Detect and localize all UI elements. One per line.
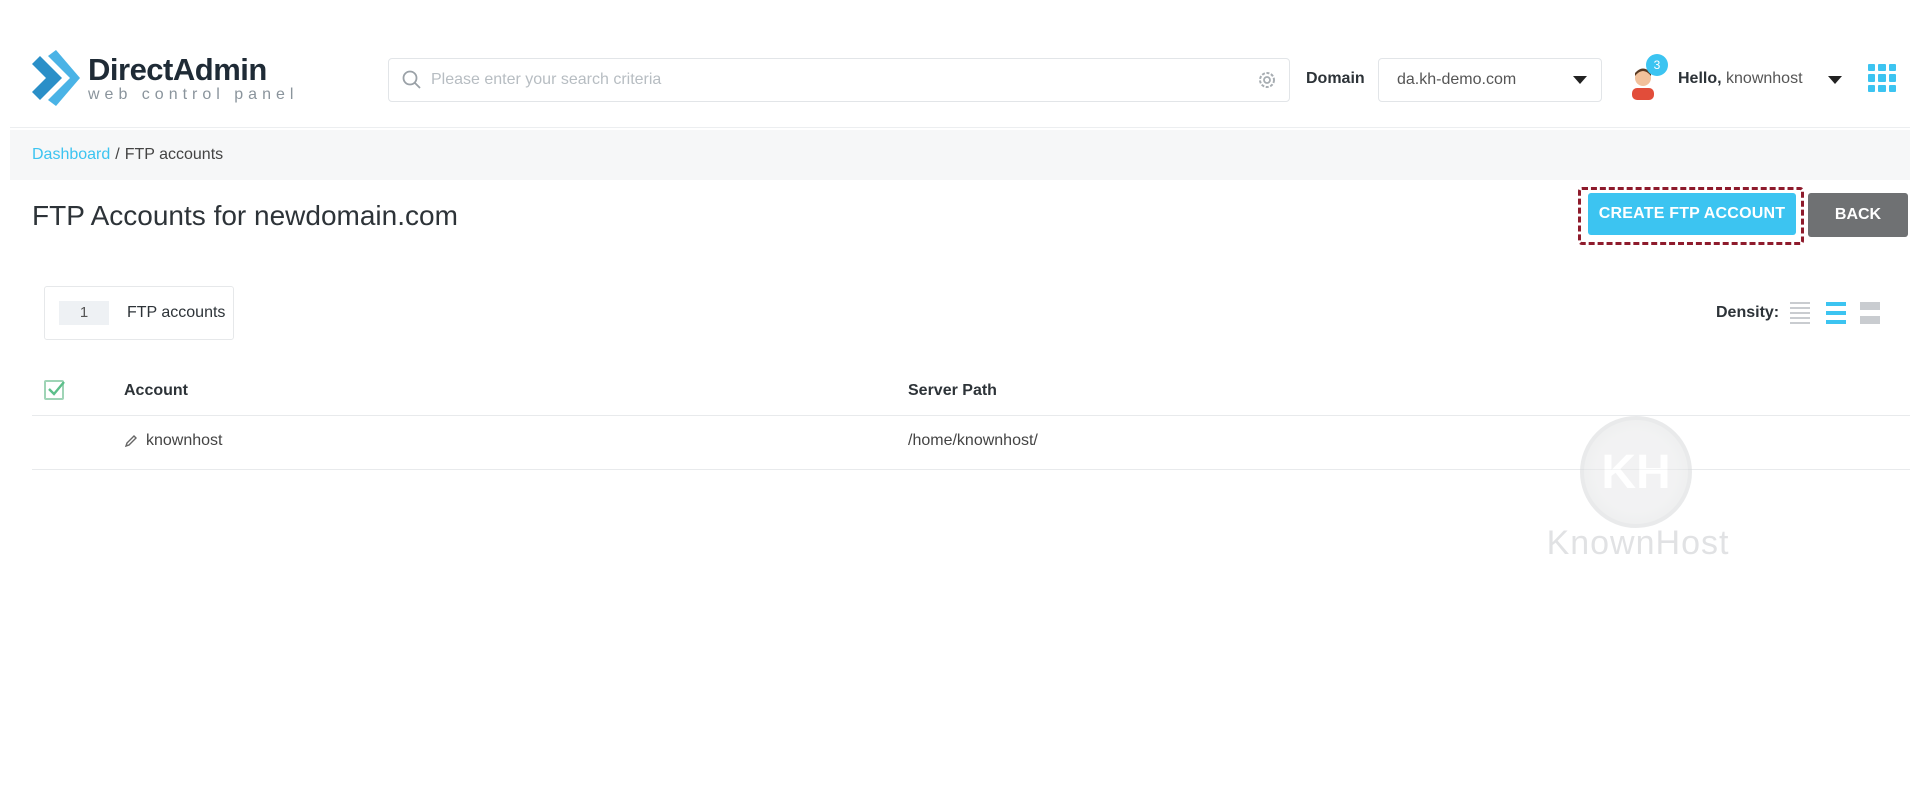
density-compact-icon[interactable] <box>1790 302 1810 324</box>
column-header-server-path[interactable]: Server Path <box>908 382 997 400</box>
watermark-monogram: KH <box>1601 445 1671 499</box>
search-icon <box>402 70 421 89</box>
logo-subtitle: web control panel <box>88 85 299 103</box>
account-name[interactable]: knownhost <box>146 432 223 450</box>
account-cell[interactable]: knownhost <box>124 432 223 450</box>
gear-icon[interactable] <box>1257 70 1277 90</box>
top-header: DirectAdmin web control panel Domain da.… <box>10 28 1910 128</box>
knownhost-logo-icon: KH <box>1580 416 1692 528</box>
density-normal-icon[interactable] <box>1826 302 1846 324</box>
chevron-down-icon <box>1573 76 1587 84</box>
breadcrumb-separator: / <box>115 146 120 163</box>
page-title: FTP Accounts for newdomain.com <box>32 200 458 231</box>
select-all-checkbox[interactable] <box>44 380 65 400</box>
username: knownhost <box>1726 70 1803 87</box>
greeting-label: Hello, <box>1678 70 1722 87</box>
server-path-cell: /home/knownhost/ <box>908 432 1038 449</box>
breadcrumb: Dashboard / FTP accounts <box>10 130 1910 180</box>
domain-selected-value: da.kh-demo.com <box>1397 71 1517 88</box>
directadmin-logo[interactable]: DirectAdmin web control panel <box>30 50 298 106</box>
notification-badge[interactable]: 3 <box>1646 54 1668 76</box>
column-header-account[interactable]: Account <box>124 382 188 400</box>
directadmin-logo-icon <box>32 50 80 106</box>
ftp-count-label: FTP accounts <box>127 304 226 321</box>
breadcrumb-current: FTP accounts <box>124 146 224 163</box>
knownhost-watermark: KH KnownHost <box>1518 416 1758 566</box>
logo-title: DirectAdmin <box>88 51 267 87</box>
search-bar <box>388 58 1290 102</box>
back-button[interactable]: BACK <box>1808 193 1908 237</box>
domain-label: Domain <box>1306 70 1365 87</box>
watermark-text: KnownHost <box>1546 524 1730 562</box>
search-input[interactable] <box>431 71 1257 89</box>
pencil-icon[interactable] <box>124 434 138 448</box>
checkmark-icon <box>48 381 65 396</box>
ftp-count-value: 1 <box>59 301 109 325</box>
user-greeting[interactable]: Hello, knownhost <box>1678 70 1803 88</box>
density-label: Density: <box>1716 304 1780 321</box>
ftp-count-summary: 1 FTP accounts <box>44 286 234 340</box>
apps-grid-icon[interactable] <box>1868 64 1896 92</box>
table-header-row: Account Server Path <box>32 366 1910 416</box>
domain-select[interactable]: da.kh-demo.com <box>1378 58 1602 102</box>
density-comfortable-icon[interactable] <box>1860 302 1880 324</box>
user-menu-chevron-icon[interactable] <box>1828 76 1842 84</box>
create-ftp-account-button[interactable]: CREATE FTP ACCOUNT <box>1588 193 1796 235</box>
breadcrumb-dashboard-link[interactable]: Dashboard <box>32 146 110 164</box>
